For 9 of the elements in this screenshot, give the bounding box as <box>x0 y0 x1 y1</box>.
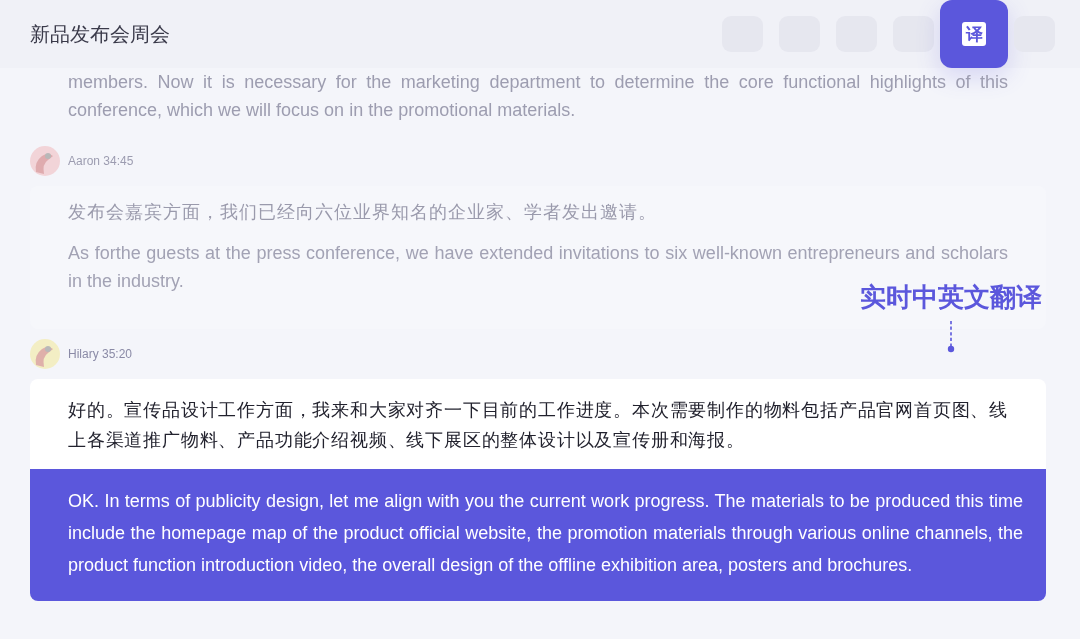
speaker-name: Hilary 35:20 <box>68 347 133 361</box>
translated-text: members. Now it is necessary for the marketing department to determine the core functional highlights of this conference, which we will focus on in the promotional materials. <box>68 71 1008 122</box>
meeting-title: 新品发布会周会 <box>30 21 170 47</box>
leader-line <box>946 321 956 353</box>
speaker-name: Aaron 34:45 <box>68 154 134 168</box>
translate-button[interactable]: 译 <box>940 0 1008 68</box>
original-text: 发布会嘉宾方面，我们已经向六位业界知名的企业家、学者发出邀请。 <box>67 201 658 224</box>
translated-text: OK. In terms of publicity design, let me align with you the current work progress. The materials to be produced this time include the homepage map of the product official website, the promotion materials through various online channels, the product function introduction video, the overall design of the offline exhibition area, posters and brochures. <box>30 469 1046 601</box>
original-text: 好的。宣传品设计工作方面，我来和大家对齐一下目前的工作进度。本次需要制作的物料包括产品官网首页图、线上各渠道推广物料、产品功能介绍视频、线下展区的整体设计以及宣传册和海报。 <box>30 379 1046 469</box>
